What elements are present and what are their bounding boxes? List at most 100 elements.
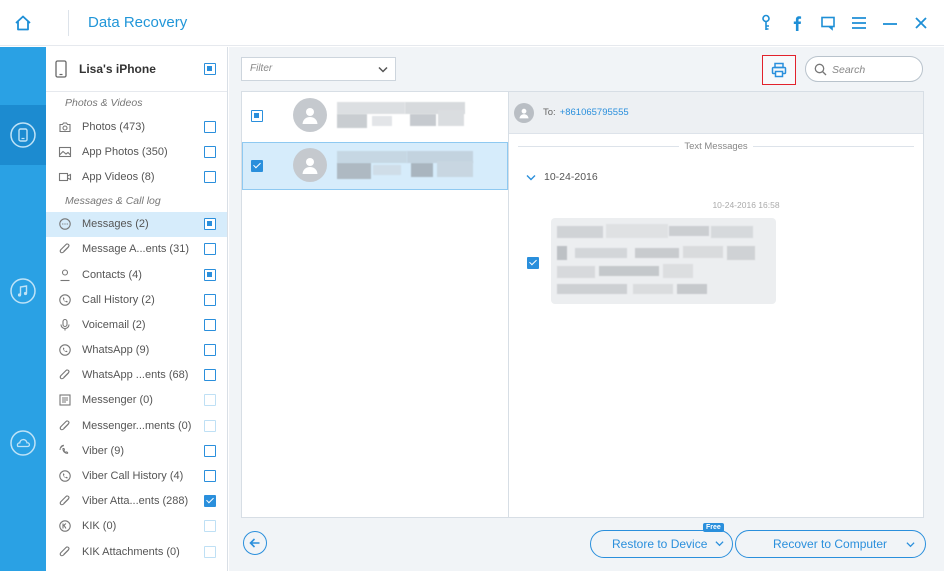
category-checkbox[interactable] xyxy=(204,218,216,231)
message-detail: To: +861065795555 Text Messages 10-24-201… xyxy=(509,91,924,518)
category-checkbox[interactable] xyxy=(204,495,216,508)
recover-to-computer-button[interactable]: Recover to Computer xyxy=(735,530,926,558)
category-item[interactable]: Call History (2) xyxy=(46,287,227,312)
conversation-checkbox[interactable] xyxy=(251,110,263,122)
facebook-icon[interactable] xyxy=(781,8,812,38)
category-item[interactable]: WhatsApp ...ents (68) xyxy=(46,363,227,388)
category-item[interactable]: Messenger (0) xyxy=(46,388,227,413)
category-item[interactable]: Messenger...ments (0) xyxy=(46,413,227,438)
phone-icon xyxy=(57,292,73,308)
device-icon xyxy=(9,121,37,149)
device-name: Lisa's iPhone xyxy=(79,62,156,76)
category-label: Viber Atta...ents (288) xyxy=(82,495,189,508)
category-item[interactable]: App Photos (350) xyxy=(46,139,227,164)
feedback-icon[interactable] xyxy=(812,8,843,38)
conversation-checkbox[interactable] xyxy=(251,160,263,172)
filter-dropdown[interactable]: Filter xyxy=(241,57,396,81)
category-checkbox[interactable] xyxy=(204,344,216,357)
category-label: KIK Attachments (0) xyxy=(82,545,180,558)
back-button[interactable] xyxy=(243,531,267,555)
category-label: Viber Call History (4) xyxy=(82,470,184,483)
section-title: Text Messages xyxy=(509,138,923,152)
date-group-toggle[interactable]: 10-24-2016 xyxy=(526,171,598,183)
category-item[interactable]: KIK (0) xyxy=(46,514,227,539)
section-messages-call-log: Messages & Call log xyxy=(65,194,161,207)
close-icon[interactable] xyxy=(905,8,936,38)
category-checkbox[interactable] xyxy=(204,120,216,133)
recipient-bar: To: +861065795555 xyxy=(509,92,923,134)
message-bubble xyxy=(551,218,776,304)
category-item[interactable]: Voicemail (2) xyxy=(46,312,227,337)
device-row[interactable]: Lisa's iPhone xyxy=(46,47,227,92)
attachment-icon xyxy=(57,544,73,560)
music-icon xyxy=(9,277,37,305)
image-icon xyxy=(57,144,73,160)
cloud-icon xyxy=(9,429,37,457)
home-button[interactable] xyxy=(0,0,46,46)
rail-itunes-mode[interactable] xyxy=(0,261,46,321)
category-item[interactable]: Viber Atta...ents (288) xyxy=(46,489,227,514)
free-badge: Free xyxy=(703,523,724,532)
chevron-down-icon[interactable] xyxy=(715,540,724,547)
restore-to-device-button[interactable]: Restore to Device xyxy=(590,530,733,558)
category-checkbox[interactable] xyxy=(204,243,216,256)
search-placeholder: Search xyxy=(832,64,866,76)
rail-icloud-mode[interactable] xyxy=(0,413,46,473)
category-checkbox[interactable] xyxy=(204,293,216,306)
phone-icon xyxy=(57,468,73,484)
main-area: Filter Search To: +861065795555 Text Mes… xyxy=(229,47,944,571)
print-button[interactable] xyxy=(762,55,796,85)
category-item[interactable]: KIK Attachments (0) xyxy=(46,539,227,564)
chevron-down-icon[interactable] xyxy=(906,541,915,548)
category-item[interactable]: Viber (9) xyxy=(46,438,227,463)
category-checkbox[interactable] xyxy=(204,520,216,533)
chevron-down-icon xyxy=(378,66,388,73)
category-checkbox[interactable] xyxy=(204,470,216,483)
home-icon xyxy=(14,14,32,32)
text-messages-label: Text Messages xyxy=(679,141,753,152)
message-checkbox[interactable] xyxy=(527,257,539,269)
category-checkbox[interactable] xyxy=(204,394,216,407)
chevron-down-icon xyxy=(526,174,544,181)
key-icon[interactable] xyxy=(750,8,781,38)
category-checkbox[interactable] xyxy=(204,268,216,281)
category-item[interactable]: Photos (473) xyxy=(46,114,227,139)
category-label: Viber (9) xyxy=(82,444,124,457)
category-checkbox[interactable] xyxy=(204,318,216,331)
arrow-left-icon xyxy=(249,537,261,549)
category-item[interactable]: WhatsApp (9) xyxy=(46,338,227,363)
conversation-item[interactable] xyxy=(242,92,508,140)
iphone-icon xyxy=(55,60,67,78)
avatar xyxy=(293,148,327,182)
category-item[interactable]: Messages (2) xyxy=(46,211,227,237)
category-checkbox[interactable] xyxy=(204,419,216,432)
category-label: App Videos (8) xyxy=(82,170,155,183)
bottom-bar: Restore to Device Free Recover to Comput… xyxy=(229,518,944,571)
recover-label: Recover to Computer xyxy=(773,537,888,551)
device-checkbox[interactable] xyxy=(204,63,216,75)
menu-icon[interactable] xyxy=(843,8,874,38)
search-input[interactable]: Search xyxy=(805,56,923,82)
category-item[interactable]: App Videos (8) xyxy=(46,164,227,189)
mode-rail xyxy=(0,47,46,571)
conversation-item-selected[interactable] xyxy=(242,142,508,190)
category-panel: Lisa's iPhone Photos & Videos Photos (47… xyxy=(46,47,228,571)
category-checkbox[interactable] xyxy=(204,369,216,382)
photos-category-list: Photos (473) App Photos (350) App Videos (… xyxy=(46,114,227,190)
category-checkbox[interactable] xyxy=(204,444,216,457)
category-label: Messenger (0) xyxy=(82,394,153,407)
attachment-icon xyxy=(57,241,73,257)
category-checkbox[interactable] xyxy=(204,545,216,558)
category-item[interactable]: Viber Call History (4) xyxy=(46,463,227,488)
toolbar: Filter Search xyxy=(229,47,944,91)
minimize-icon[interactable] xyxy=(874,8,905,38)
recipient-line: To: +861065795555 xyxy=(543,107,629,118)
category-label: KIK (0) xyxy=(82,520,117,533)
category-item[interactable]: Contacts (4) xyxy=(46,262,227,287)
rail-device-mode[interactable] xyxy=(0,105,46,165)
viber-icon xyxy=(57,443,73,459)
category-label: Photos (473) xyxy=(82,120,145,133)
category-checkbox[interactable] xyxy=(204,145,216,158)
category-item[interactable]: Message A...ents (31) xyxy=(46,237,227,262)
category-checkbox[interactable] xyxy=(204,170,216,183)
